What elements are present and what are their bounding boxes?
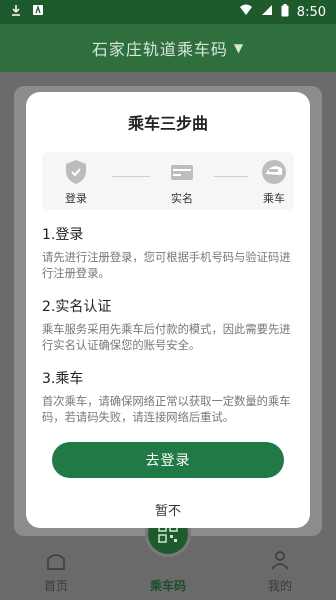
modal-title: 乘车三步曲 [127, 114, 208, 133]
section-title-ride: 3.乘车 [42, 371, 84, 387]
section-login: 1.登录 请先进行注册登录，您可根据手机号码与验证码进行注册登录。 [42, 224, 294, 282]
section-title-login: 1.登录 [42, 227, 84, 243]
nav-label-qr: 乘车码 [149, 579, 186, 593]
step-label-login: 登录 [65, 192, 87, 205]
app-icon [32, 4, 44, 20]
step-divider [214, 176, 248, 177]
app-header[interactable]: 石家庄轨道乘车码 ▼ [0, 24, 336, 72]
section-text-login: 请先进行注册登录，您可根据手机号码与验证码进行注册登录。 [42, 251, 291, 280]
step-realname: 实名 [158, 158, 206, 206]
id-card-icon [168, 158, 196, 186]
nav-label-profile: 我的 [267, 579, 292, 593]
home-icon [45, 549, 67, 574]
nav-item-qr[interactable]: 乘车码 [123, 511, 213, 594]
section-text-realname: 乘车服务采用先乘车后付款的模式，因此需要先进行实名认证确保您的账号安全。 [42, 323, 291, 352]
section-ride: 3.乘车 首次乘车，请确保网络正常以获取一定数量的乘车码，若请码失败，请连接网络… [42, 368, 294, 426]
section-text-ride: 首次乘车，请确保网络正常以获取一定数量的乘车码，若请码失败，请连接网络后重试。 [42, 395, 291, 424]
go-login-button[interactable]: 去登录 [52, 442, 284, 478]
nav-item-home[interactable]: 首页 [11, 549, 101, 594]
download-icon [10, 4, 22, 20]
step-divider [112, 176, 150, 177]
steps-indicator: 登录 实名 乘车 [42, 152, 294, 210]
status-right: 8:50 [239, 3, 326, 21]
section-realname: 2.实名认证 乘车服务采用先乘车后付款的模式，因此需要先进行实名认证确保您的账号… [42, 296, 294, 354]
battery-icon [281, 3, 289, 21]
status-time: 8:50 [296, 4, 326, 20]
shield-icon [62, 158, 90, 186]
chevron-down-icon: ▼ [233, 41, 245, 55]
nav-label-home: 首页 [43, 579, 68, 593]
city-title: 石家庄轨道乘车码 [91, 40, 228, 59]
nav-item-profile[interactable]: 我的 [235, 549, 325, 594]
not-now-button[interactable]: 暂不 [42, 500, 294, 519]
train-icon [260, 158, 288, 186]
step-label-ride: 乘车 [263, 192, 285, 205]
wifi-icon [239, 4, 253, 20]
step-label-realname: 实名 [171, 192, 193, 205]
signal-icon [261, 4, 273, 20]
bottom-nav: 首页 乘车码 我的 [0, 511, 336, 600]
step-ride: 乘车 [250, 158, 298, 206]
status-bar: 8:50 [0, 0, 336, 24]
status-left [10, 4, 44, 20]
step-login: 登录 [52, 158, 100, 206]
user-icon [269, 549, 291, 574]
section-title-realname: 2.实名认证 [42, 299, 112, 315]
onboarding-modal: 乘车三步曲 登录 实名 乘车 1.登录 请先进行注册登录，您可根据手机号码与验证… [26, 92, 310, 528]
